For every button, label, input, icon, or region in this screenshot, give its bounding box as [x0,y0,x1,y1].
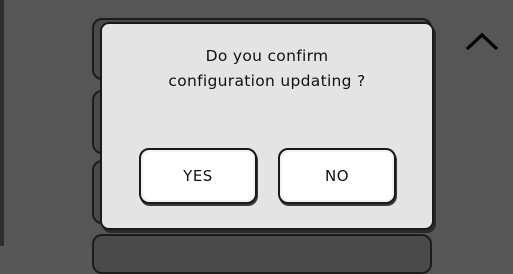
yes-button-label: YES [183,167,213,185]
no-button-label: NO [324,167,350,185]
background-list-item[interactable] [92,234,432,274]
confirm-dialog: Do you confirm configuration updating ? … [100,22,434,230]
dialog-message-line: Do you confirm [205,47,329,65]
yes-button[interactable]: YES [139,148,257,204]
screen-background: Do you confirm configuration updating ? … [0,0,513,274]
dialog-message: Do you confirm configuration updating ? [102,44,432,94]
dialog-message-line: configuration updating ? [168,72,366,90]
no-button[interactable]: NO [278,148,396,204]
scroll-up-button[interactable] [462,26,502,56]
chevron-up-icon [465,32,499,51]
